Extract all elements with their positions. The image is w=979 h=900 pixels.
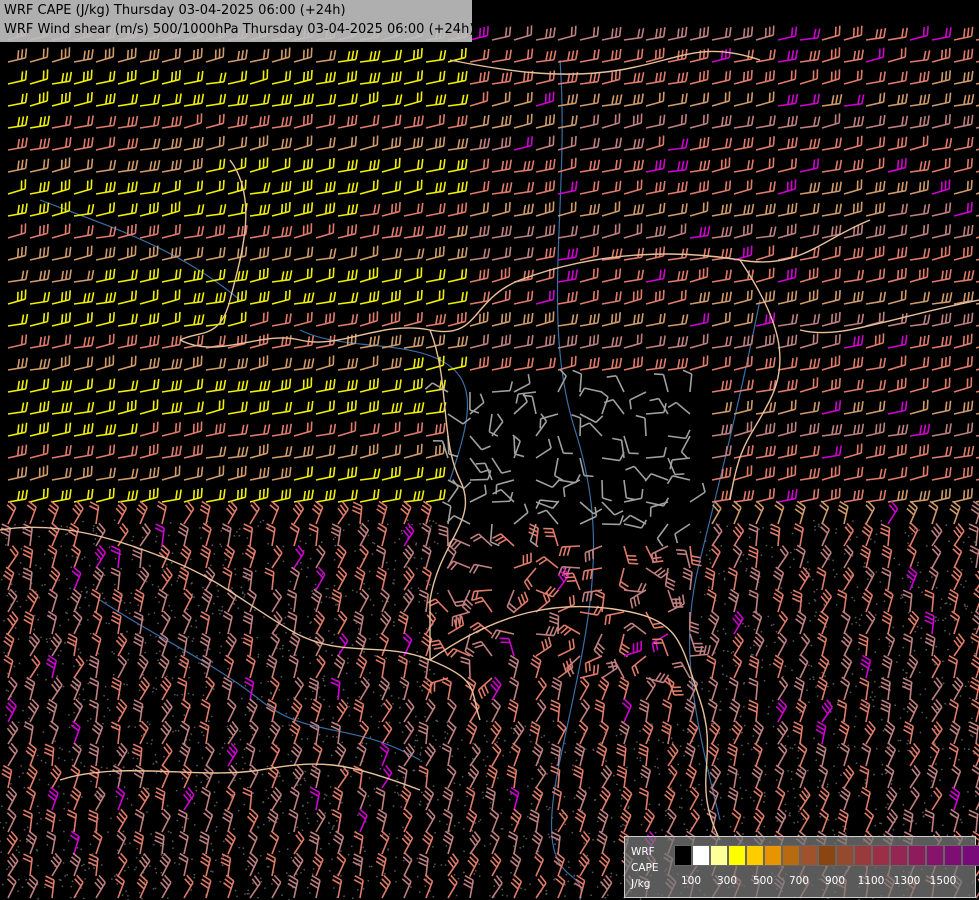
legend-tick: 1500 — [929, 875, 957, 887]
legend-swatch — [782, 845, 800, 866]
legend-swatch — [962, 845, 979, 866]
legend-swatch — [944, 845, 962, 866]
legend-swatch — [872, 845, 890, 866]
cape-legend: WRF CAPE J/kg 100 300 500 700 900 1100 1300 150… — [624, 836, 979, 898]
legend-swatch — [746, 845, 764, 866]
legend-tick: 100 — [680, 875, 702, 887]
legend-swatch — [800, 845, 818, 866]
map-title-box: WRF CAPE (J/kg) Thursday 03-04-2025 06:0… — [0, 0, 475, 42]
legend-swatch — [674, 845, 692, 866]
legend-unit-label: J/kg — [631, 878, 651, 890]
legend-tick: 300 — [716, 875, 738, 887]
legend-model-label: WRF — [631, 846, 655, 858]
legend-tick: 500 — [752, 875, 774, 887]
map-canvas — [0, 0, 979, 900]
legend-color-scale — [674, 845, 979, 866]
legend-swatch — [728, 845, 746, 866]
legend-swatch — [710, 845, 728, 866]
wind-shear-title: WRF Wind shear (m/s) 500/1000hPa Thursda… — [4, 22, 475, 37]
legend-swatch — [890, 845, 908, 866]
legend-swatch — [836, 845, 854, 866]
legend-swatch — [692, 845, 710, 866]
cape-title: WRF CAPE (J/kg) Thursday 03-04-2025 06:0… — [4, 3, 346, 18]
legend-swatch — [764, 845, 782, 866]
legend-tick: 700 — [788, 875, 810, 887]
legend-variable-label: CAPE — [631, 862, 659, 874]
legend-swatch — [926, 845, 944, 866]
legend-swatch — [854, 845, 872, 866]
legend-swatch — [908, 845, 926, 866]
legend-tick: 900 — [824, 875, 846, 887]
legend-tick: 1100 — [857, 875, 885, 887]
legend-tick: 1300 — [893, 875, 921, 887]
legend-tick-labels: 100 300 500 700 900 1100 1300 1500 — [671, 875, 971, 889]
legend-swatch — [818, 845, 836, 866]
